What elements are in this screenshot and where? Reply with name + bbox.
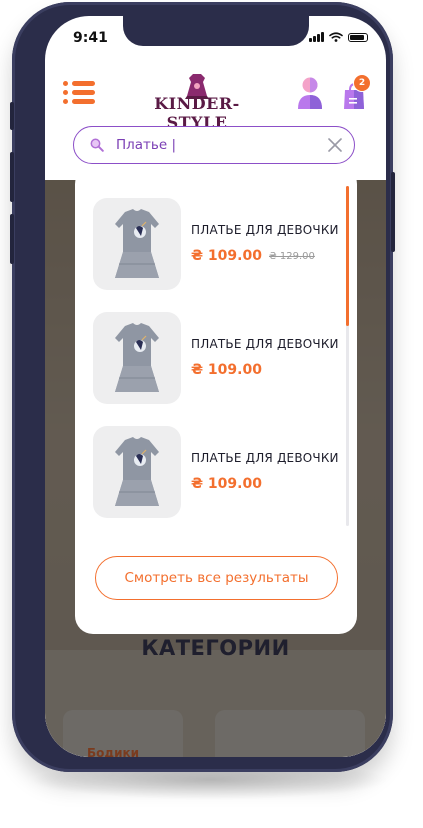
dress-image-icon: [115, 437, 159, 506]
phone-volume-up-button: [10, 152, 14, 202]
product-price: ₴ 109.00: [191, 362, 262, 378]
product-price: ₴ 109.00: [191, 248, 262, 264]
wifi-icon: [329, 32, 343, 42]
search-icon: [90, 138, 104, 152]
product-result-item[interactable]: ПЛАТЬЕ ДЛЯ ДЕВОЧКИ ₴ 109.00: [93, 312, 343, 404]
phone-frame: 9:41 КАТЕГОРИИ Бодики KINDER-STYLE 2 Пла…: [10, 2, 395, 772]
product-result-item[interactable]: ПЛАТЬЕ ДЛЯ ДЕВОЧКИ ₴ 109.00 ₴ 129.00: [93, 198, 343, 290]
product-price: ₴ 109.00: [191, 476, 262, 492]
product-name: ПЛАТЬЕ ДЛЯ ДЕВОЧКИ: [191, 451, 339, 465]
scrollbar-thumb[interactable]: [346, 186, 349, 326]
product-thumbnail: [93, 312, 181, 404]
product-thumbnail: [93, 198, 181, 290]
menu-icon[interactable]: [63, 80, 95, 106]
logo[interactable]: KINDER-STYLE: [127, 72, 267, 132]
dress-image-icon: [115, 323, 159, 392]
phone-volume-down-button: [10, 214, 14, 264]
phone-notch: [123, 16, 309, 46]
search-results-dropdown: ПЛАТЬЕ ДЛЯ ДЕВОЧКИ ₴ 109.00 ₴ 129.00 ПЛА…: [75, 166, 357, 634]
product-name: ПЛАТЬЕ ДЛЯ ДЕВОЧКИ: [191, 337, 339, 351]
status-time: 9:41: [73, 30, 108, 46]
see-all-results-button[interactable]: Смотреть все результаты: [95, 556, 338, 600]
product-thumbnail: [93, 426, 181, 518]
cart-count-badge: 2: [353, 74, 371, 92]
search-input[interactable]: [116, 136, 306, 154]
categories-heading: КАТЕГОРИИ: [141, 636, 290, 660]
product-result-item[interactable]: ПЛАТЬЕ ДЛЯ ДЕВОЧКИ ₴ 109.00: [93, 426, 343, 518]
category-card-label: Бодики: [87, 746, 140, 757]
signal-icon: [309, 32, 324, 42]
dress-image-icon: [115, 209, 159, 278]
phone-power-button: [391, 172, 395, 252]
product-old-price: ₴ 129.00: [269, 251, 315, 262]
battery-icon: [348, 32, 368, 42]
search-bar[interactable]: [73, 126, 355, 164]
app-screen: 9:41 КАТЕГОРИИ Бодики KINDER-STYLE 2 Пла…: [45, 16, 386, 757]
user-icon[interactable]: [297, 76, 323, 110]
status-icons: [309, 32, 368, 42]
close-icon[interactable]: [328, 138, 342, 152]
phone-mute-button: [10, 102, 14, 130]
product-name: ПЛАТЬЕ ДЛЯ ДЕВОЧКИ: [191, 223, 339, 237]
